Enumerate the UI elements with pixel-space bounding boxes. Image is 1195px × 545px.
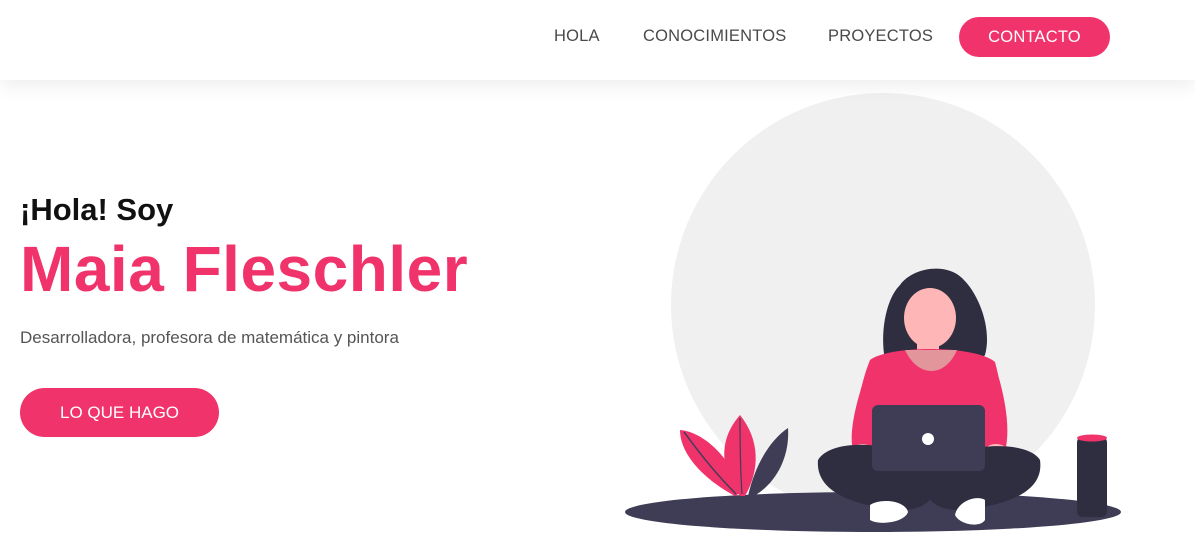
woman-with-laptop-icon — [625, 93, 1121, 532]
hero-name: Maia Fleschler — [20, 233, 469, 305]
hero-illustration — [600, 80, 1195, 540]
nav-link-conocimientos[interactable]: CONOCIMIENTOS — [643, 27, 786, 46]
contact-button[interactable]: CONTACTO — [959, 17, 1110, 57]
laptop-icon — [872, 405, 985, 471]
hero-greeting: ¡Hola! Soy — [20, 192, 174, 227]
lo-que-hago-button[interactable]: LO QUE HAGO — [20, 388, 219, 437]
top-navbar: HOLA CONOCIMIENTOS PROYECTOS CONTACTO — [0, 0, 1195, 80]
nav-link-proyectos[interactable]: PROYECTOS — [828, 27, 933, 46]
nav-link-hola[interactable]: HOLA — [554, 27, 600, 46]
smart-speaker-icon — [1077, 434, 1107, 517]
hero-subtitle: Desarrolladora, profesora de matemática … — [20, 328, 399, 347]
